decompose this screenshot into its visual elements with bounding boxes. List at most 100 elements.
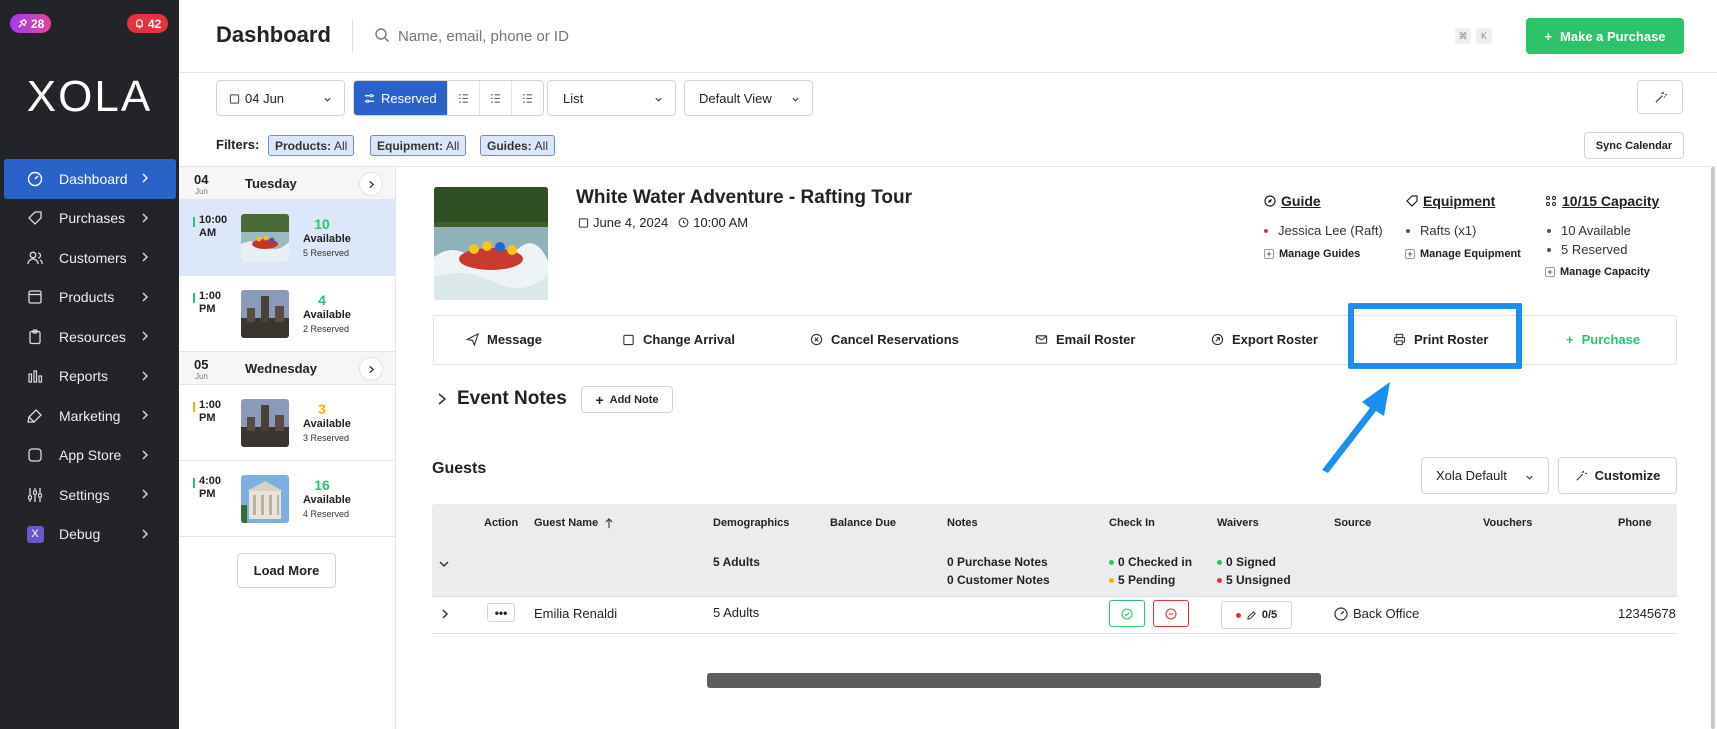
sidebar-item-label: Products (59, 289, 115, 306)
customize-label: Customize (1594, 468, 1661, 483)
event-title: White Water Adventure - Rafting Tour (576, 187, 913, 208)
filters-label: Filters: (216, 137, 260, 152)
event-notes-toggle[interactable]: Event Notes (437, 388, 567, 410)
summary-pending-label: 5 Pending (1118, 573, 1176, 587)
event-slot[interactable]: 4:00 PM 16 Available 4 Reserved (179, 461, 395, 537)
sidebar-item-marketing[interactable]: Marketing (4, 396, 176, 436)
equipment-heading[interactable]: Equipment (1406, 193, 1495, 209)
list-view-alt-button-2[interactable] (478, 81, 511, 115)
row-actions-button[interactable]: ••• (487, 603, 515, 622)
filter-chip-equipment[interactable]: Equipment: All (370, 135, 467, 156)
change-arrival-button[interactable]: Change Arrival (622, 332, 735, 347)
horizontal-scrollbar[interactable] (707, 673, 1321, 688)
column-header-notes[interactable]: Notes (947, 517, 978, 529)
grid-icon (1546, 196, 1556, 206)
collapse-all-chevron-icon[interactable] (438, 558, 450, 570)
list-view-alt-button-1[interactable] (446, 81, 479, 115)
guest-name[interactable]: Emilia Renaldi (534, 606, 617, 621)
chevron-right-icon (142, 292, 148, 301)
column-header-waivers[interactable]: Waivers (1217, 517, 1259, 529)
event-thumbnail (241, 475, 289, 523)
date-picker[interactable]: 04 Jun (216, 80, 345, 116)
manage-equipment-link[interactable]: + Manage Equipment (1405, 248, 1521, 260)
no-show-button[interactable] (1153, 600, 1189, 627)
message-button[interactable]: Message (466, 332, 542, 347)
add-note-button[interactable]: + Add Note (581, 386, 673, 413)
sidebar-item-dashboard[interactable]: Dashboard (4, 159, 176, 199)
make-purchase-button[interactable]: + Make a Purchase (1526, 18, 1684, 54)
promo-badge[interactable]: 28 (10, 14, 52, 33)
chevron-right-icon (142, 489, 148, 499)
sidebar-item-app-store[interactable]: App Store (4, 436, 176, 476)
dashboard-icon (1334, 606, 1348, 621)
event-notes-title: Event Notes (457, 388, 567, 409)
sidebar-item-reports[interactable]: Reports (4, 357, 176, 397)
column-header-balance-due[interactable]: Balance Due (830, 517, 896, 529)
promo-badge-count: 28 (31, 16, 45, 31)
expand-row-chevron-icon[interactable] (440, 608, 450, 620)
day-expand-button[interactable] (359, 172, 383, 196)
column-header-phone[interactable]: Phone (1618, 517, 1652, 529)
chevron-right-icon (142, 410, 148, 420)
xola-logo[interactable]: XOLA (0, 72, 179, 122)
equipment-item: Rafts (x1) (1405, 223, 1477, 238)
column-header-demographics[interactable]: Demographics (713, 517, 789, 529)
layout-select-value: List (563, 90, 584, 106)
list-view-alt-button-3[interactable] (510, 81, 543, 115)
chip-value: All (334, 138, 348, 153)
sidebar-item-products[interactable]: Products (4, 278, 176, 318)
column-header-action[interactable]: Action (484, 517, 518, 529)
sidebar-item-resources[interactable]: Resources (4, 317, 176, 357)
email-roster-button[interactable]: Email Roster (1035, 332, 1135, 347)
make-purchase-label: Make a Purchase (1560, 28, 1666, 44)
export-roster-button[interactable]: Export Roster (1211, 332, 1318, 347)
cancel-reservations-button[interactable]: Cancel Reservations (810, 332, 959, 347)
chevron-down-icon (324, 97, 331, 102)
reserved-view-button[interactable]: Reserved (354, 81, 447, 115)
layout-select[interactable]: List (547, 80, 676, 116)
day-expand-button[interactable] (359, 357, 383, 381)
magic-wand-button[interactable] (1637, 80, 1683, 114)
sidebar-item-debug[interactable]: X Debug (4, 515, 176, 555)
event-slot[interactable]: 1:00 PM 3 Available 3 Reserved (179, 385, 395, 461)
search-input[interactable] (398, 22, 818, 50)
alerts-badge[interactable]: 42 (127, 14, 169, 33)
cancel-reservations-label: Cancel Reservations (831, 332, 959, 347)
capacity-heading[interactable]: 10/15 Capacity (1545, 193, 1659, 209)
sync-calendar-button[interactable]: Sync Calendar (1584, 132, 1684, 159)
manage-capacity-link[interactable]: + Manage Capacity (1545, 266, 1650, 278)
column-preset-select[interactable]: Xola Default (1421, 457, 1549, 494)
calendar-icon (623, 334, 634, 346)
slot-ampm: PM (199, 303, 216, 315)
filter-chip-products[interactable]: Products: All (268, 135, 355, 156)
column-header-source[interactable]: Source (1334, 517, 1371, 529)
customize-button[interactable]: Customize (1558, 457, 1677, 494)
list-check-icon (490, 93, 500, 103)
column-header-vouchers[interactable]: Vouchers (1483, 517, 1532, 529)
chip-key: Guides: (487, 138, 532, 153)
clipboard-icon (26, 328, 44, 346)
vertical-scrollbar[interactable] (1711, 167, 1715, 729)
pointer-arrow-icon (1322, 382, 1390, 473)
event-slot[interactable]: 1:00 PM 4 Available 2 Reserved (179, 276, 395, 352)
slot-available-label: Available (303, 418, 351, 430)
view-preset-select[interactable]: Default View (684, 80, 813, 116)
sidebar-item-settings[interactable]: Settings (4, 475, 176, 515)
sidebar-item-customers[interactable]: Customers (4, 238, 176, 278)
slot-available-label: Available (303, 309, 351, 321)
load-more-button[interactable]: Load More (237, 553, 336, 588)
message-label: Message (487, 332, 542, 347)
slot-ampm: AM (199, 227, 217, 239)
filter-chip-guides[interactable]: Guides: All (480, 135, 556, 156)
manage-guides-link[interactable]: + Manage Guides (1264, 248, 1360, 260)
column-header-guest-name[interactable]: Guest Name (534, 517, 614, 529)
guide-heading[interactable]: Guide (1264, 193, 1321, 209)
check-in-button[interactable] (1109, 600, 1145, 627)
event-slot[interactable]: 10:00 AM 10 Available 5 Reserved (179, 200, 395, 276)
purchase-button[interactable]: + Purchase (1566, 332, 1640, 347)
sidebar-item-purchases[interactable]: Purchases (4, 199, 176, 239)
waivers-button[interactable]: 0/5 (1221, 601, 1292, 629)
x-circle-icon (810, 333, 823, 346)
capacity-heading-label: 10/15 Capacity (1562, 193, 1660, 209)
column-header-check-in[interactable]: Check In (1109, 517, 1155, 529)
